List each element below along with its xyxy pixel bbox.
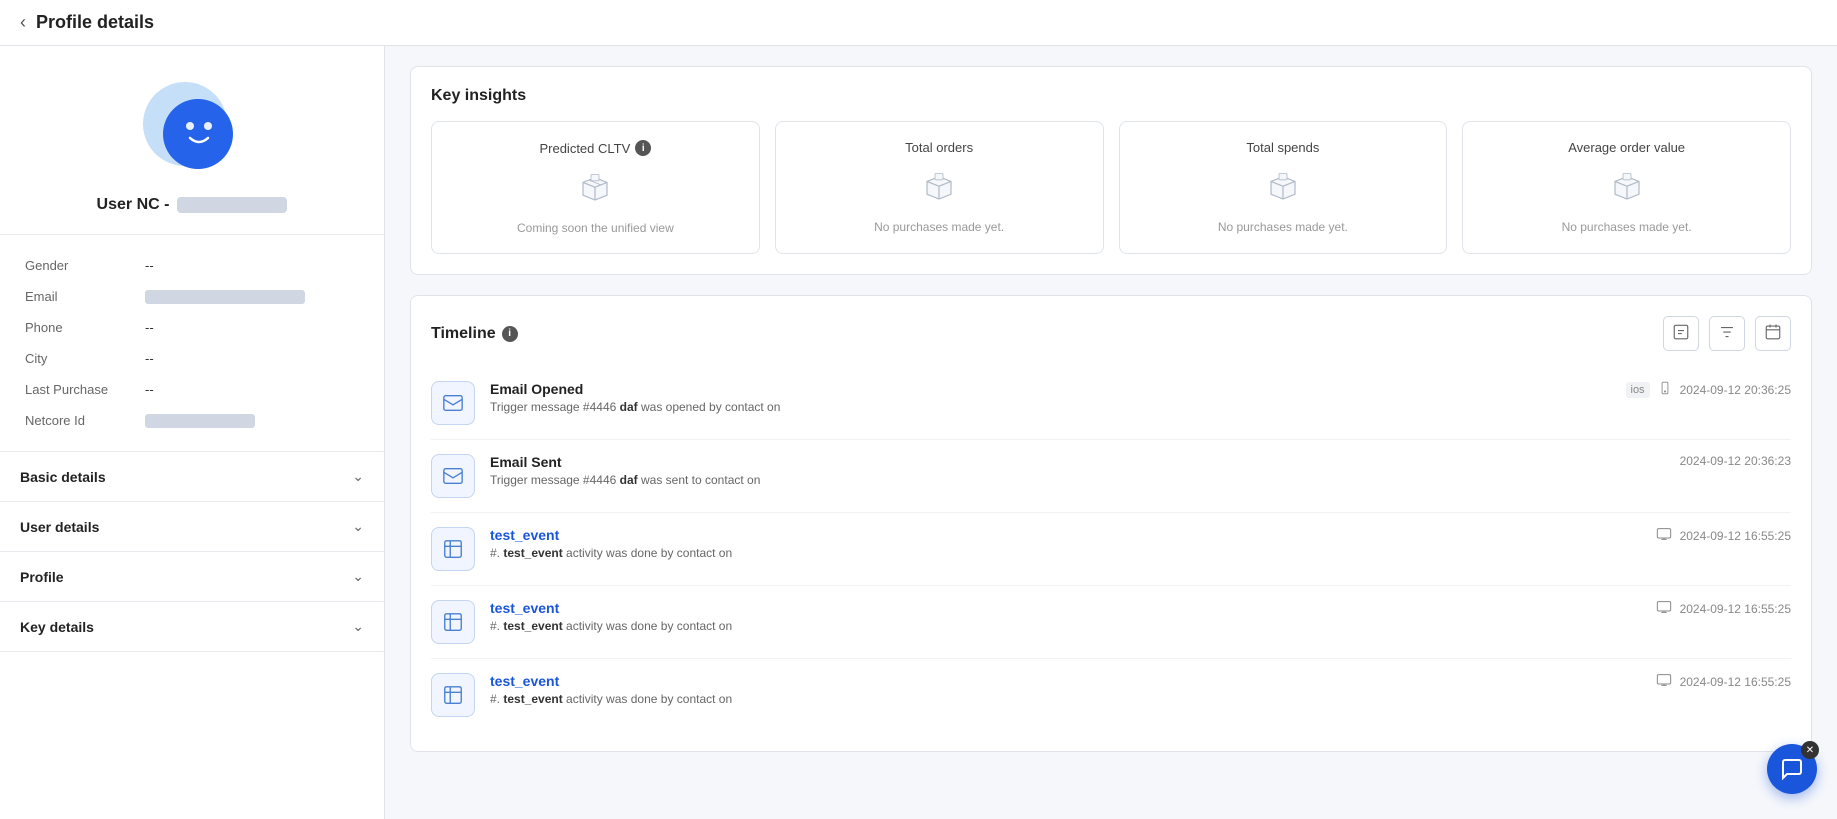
insight-predicted-cltv: Predicted CLTV i Com <box>431 121 760 254</box>
event-desc: Trigger message #4446 daf was sent to co… <box>490 473 1665 487</box>
timeline-list: Email Opened Trigger message #4446 daf w… <box>431 367 1791 731</box>
insight-total-spends: Total spends No purchases made yet. <box>1119 121 1448 254</box>
box-icon-spends <box>1135 167 1432 210</box>
timeline-item: test_event #. test_event activity was do… <box>431 513 1791 586</box>
chevron-icon: ⌄ <box>352 618 364 635</box>
avg-order-empty-text: No purchases made yet. <box>1478 220 1775 234</box>
field-gender: Gender -- <box>25 250 359 281</box>
email-blur <box>145 290 305 304</box>
test-event-body-1: test_event #. test_event activity was do… <box>490 527 1641 560</box>
desktop-icon <box>1656 673 1672 690</box>
page-header: ‹ Profile details <box>0 0 1837 46</box>
email-opened-body: Email Opened Trigger message #4446 daf w… <box>490 381 1611 414</box>
event-meta: 2024-09-12 20:36:23 <box>1680 454 1791 468</box>
timeline-item: test_event #. test_event activity was do… <box>431 586 1791 659</box>
event-timestamp: 2024-09-12 16:55:25 <box>1680 602 1791 616</box>
desktop-icon <box>1656 600 1672 617</box>
event-meta: 2024-09-12 16:55:25 <box>1656 600 1791 617</box>
chevron-icon: ⌄ <box>352 518 364 535</box>
mobile-icon <box>1658 381 1672 398</box>
timeline-item: test_event #. test_event activity was do… <box>431 659 1791 731</box>
timeline-title: Timeline i <box>431 325 518 343</box>
insights-title: Key insights <box>431 87 1791 105</box>
field-email: Email <box>25 281 359 312</box>
test-event-icon-1 <box>431 527 475 571</box>
csv-download-button[interactable] <box>1663 316 1699 351</box>
field-phone: Phone -- <box>25 312 359 343</box>
box-icon-orders <box>791 167 1088 210</box>
timeline-header: Timeline i <box>431 316 1791 351</box>
event-title: Email Sent <box>490 454 1665 470</box>
chevron-icon: ⌄ <box>352 468 364 485</box>
sidebar-section-basic-details[interactable]: Basic details ⌄ <box>0 452 384 502</box>
event-title: Email Opened <box>490 381 1611 397</box>
box-icon-avg <box>1478 167 1775 210</box>
user-name-blur <box>177 197 287 213</box>
field-city: City -- <box>25 343 359 374</box>
event-title[interactable]: test_event <box>490 673 1641 689</box>
timeline-item: Email Sent Trigger message #4446 daf was… <box>431 440 1791 513</box>
profile-fields: Gender -- Email Phone -- City -- Last Pu… <box>0 235 384 452</box>
insights-card: Key insights Predicted CLTV i <box>410 66 1812 275</box>
sidebar-section-key-details[interactable]: Key details ⌄ <box>0 602 384 652</box>
left-sidebar: User NC - Gender -- Email Phone -- <box>0 46 385 819</box>
platform-badge: ios <box>1626 382 1650 398</box>
email-sent-icon <box>431 454 475 498</box>
netcore-id-blur <box>145 414 255 428</box>
event-timestamp: 2024-09-12 20:36:25 <box>1680 383 1791 397</box>
event-timestamp: 2024-09-12 16:55:25 <box>1680 529 1791 543</box>
calendar-button[interactable] <box>1755 316 1791 351</box>
avatar <box>140 76 245 181</box>
field-last-purchase: Last Purchase -- <box>25 374 359 405</box>
spends-empty-text: No purchases made yet. <box>1135 220 1432 234</box>
timeline-item: Email Opened Trigger message #4446 daf w… <box>431 367 1791 440</box>
insight-total-orders: Total orders No purchases made yet. <box>775 121 1104 254</box>
event-desc: #. test_event activity was done by conta… <box>490 619 1641 633</box>
test-event-body-3: test_event #. test_event activity was do… <box>490 673 1641 706</box>
timeline-info-icon[interactable]: i <box>502 326 518 342</box>
email-sent-body: Email Sent Trigger message #4446 daf was… <box>490 454 1665 487</box>
event-meta: ios 2024-09-12 20:36:25 <box>1626 381 1792 398</box>
chat-close-button[interactable]: ✕ <box>1801 741 1819 759</box>
right-content: Key insights Predicted CLTV i <box>385 46 1837 819</box>
sidebar-section-profile[interactable]: Profile ⌄ <box>0 552 384 602</box>
orders-empty-text: No purchases made yet. <box>791 220 1088 234</box>
event-timestamp: 2024-09-12 20:36:23 <box>1680 454 1791 468</box>
page-title: Profile details <box>36 12 154 33</box>
info-icon-cltv[interactable]: i <box>635 140 651 156</box>
test-event-icon-2 <box>431 600 475 644</box>
chevron-icon: ⌄ <box>352 568 364 585</box>
event-title[interactable]: test_event <box>490 527 1641 543</box>
box-icon-cltv <box>447 168 744 211</box>
event-meta: 2024-09-12 16:55:25 <box>1656 527 1791 544</box>
event-timestamp: 2024-09-12 16:55:25 <box>1680 675 1791 689</box>
event-desc: #. test_event activity was done by conta… <box>490 692 1641 706</box>
profile-section: User NC - <box>0 46 384 235</box>
insights-grid: Predicted CLTV i Com <box>431 121 1791 254</box>
test-event-body-2: test_event #. test_event activity was do… <box>490 600 1641 633</box>
sidebar-section-user-details[interactable]: User details ⌄ <box>0 502 384 552</box>
event-desc: #. test_event activity was done by conta… <box>490 546 1641 560</box>
event-desc: Trigger message #4446 daf was opened by … <box>490 400 1611 414</box>
test-event-icon-3 <box>431 673 475 717</box>
user-name: User NC - <box>20 196 364 214</box>
back-button[interactable]: ‹ <box>20 12 26 33</box>
event-title[interactable]: test_event <box>490 600 1641 616</box>
timeline-actions <box>1663 316 1791 351</box>
email-opened-icon <box>431 381 475 425</box>
timeline-card: Timeline i <box>410 295 1812 752</box>
event-meta: 2024-09-12 16:55:25 <box>1656 673 1791 690</box>
desktop-icon <box>1656 527 1672 544</box>
insight-avg-order: Average order value No purchases made ye… <box>1462 121 1791 254</box>
filter-button[interactable] <box>1709 316 1745 351</box>
avatar-container <box>20 76 364 181</box>
cltv-empty-text: Coming soon the unified view <box>447 221 744 235</box>
field-netcore-id: Netcore Id <box>25 405 359 436</box>
